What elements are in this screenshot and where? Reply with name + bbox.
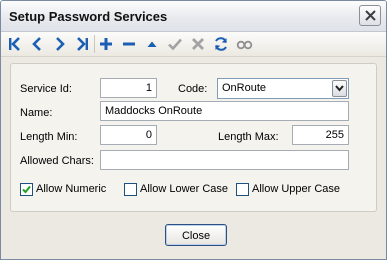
length-max-label: Length Max: [218, 131, 279, 143]
previous-record-button[interactable] [28, 35, 46, 53]
window-title: Setup Password Services [9, 9, 168, 24]
service-id-label: Service Id: [20, 83, 72, 95]
last-record-button[interactable] [74, 35, 92, 53]
toolbar-separator [94, 35, 95, 53]
setup-password-services-dialog: Setup Password Services Service Id: 1 Co… [0, 0, 387, 260]
allow-lower-case-box[interactable] [124, 183, 137, 196]
move-up-icon [147, 41, 157, 47]
confirm-button[interactable] [166, 35, 184, 53]
code-label: Code: [178, 83, 208, 95]
last-record-icon [77, 37, 88, 51]
length-min-label: Length Min: [20, 131, 78, 143]
add-button[interactable] [97, 35, 115, 53]
allow-numeric-box[interactable] [20, 183, 33, 196]
add-icon [100, 38, 112, 50]
refresh-button[interactable] [212, 35, 230, 53]
length-min-field[interactable]: 0 [100, 125, 157, 145]
view-button[interactable] [235, 35, 253, 53]
chevron-down-icon [335, 85, 344, 92]
checkmark-icon [22, 185, 31, 194]
move-up-button[interactable] [143, 35, 161, 53]
refresh-icon [215, 37, 227, 51]
previous-record-icon [32, 37, 41, 51]
first-record-button[interactable] [5, 35, 23, 53]
navigator-toolbar [1, 32, 386, 57]
close-icon [365, 10, 376, 21]
close-button[interactable]: Close [165, 224, 227, 246]
remove-button[interactable] [120, 35, 138, 53]
allowed-chars-field[interactable] [100, 150, 349, 170]
window-close-button[interactable] [359, 5, 381, 26]
allow-upper-case-label: Allow Upper Case [252, 183, 341, 195]
name-field[interactable]: Maddocks OnRoute [100, 101, 349, 121]
allow-upper-case-box[interactable] [236, 183, 249, 196]
next-record-icon [56, 37, 65, 51]
service-id-field[interactable]: 1 [100, 78, 157, 98]
code-select[interactable]: OnRoute [217, 78, 349, 99]
allow-lower-case-label: Allow Lower Case [140, 183, 229, 195]
next-record-button[interactable] [51, 35, 69, 53]
confirm-icon [168, 38, 182, 51]
first-record-icon [9, 37, 20, 51]
remove-icon [123, 42, 135, 46]
allow-numeric-label: Allow Numeric [36, 183, 107, 195]
allowed-chars-label: Allowed Chars: [20, 155, 94, 167]
view-icon [236, 40, 253, 50]
length-max-field[interactable]: 255 [292, 125, 349, 145]
code-dropdown-button[interactable] [332, 80, 347, 97]
code-select-value: OnRoute [222, 82, 267, 94]
cancel-icon [192, 38, 204, 50]
cancel-button[interactable] [189, 35, 207, 53]
title-bar[interactable]: Setup Password Services [1, 1, 386, 32]
name-label: Name: [20, 107, 53, 119]
